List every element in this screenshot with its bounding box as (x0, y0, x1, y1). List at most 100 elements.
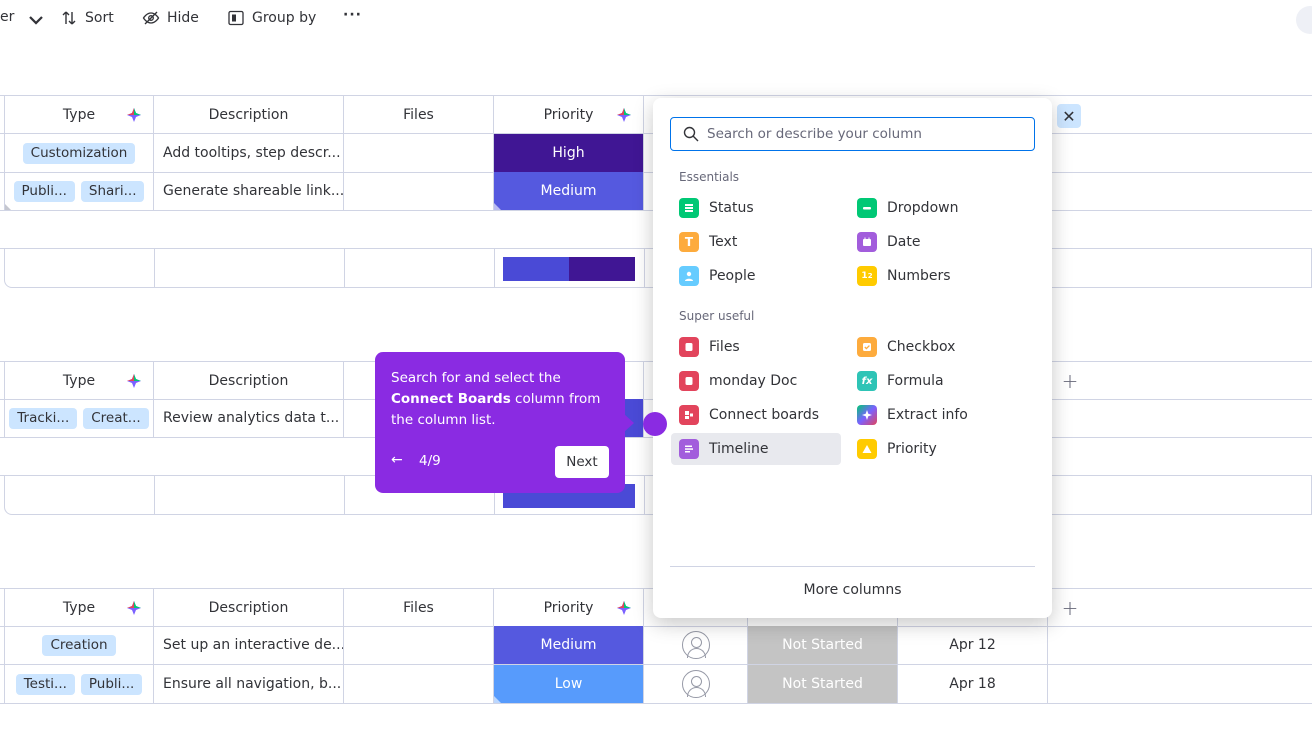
description-cell[interactable]: Review analytics data t... (154, 399, 344, 437)
type-tag: Publi... (80, 673, 143, 695)
add-column-button[interactable]: + (1048, 589, 1092, 627)
column-option-dropdown[interactable]: Dropdown (849, 192, 1019, 224)
priority-corner-marker (494, 696, 501, 703)
column-option-checkbox[interactable]: Checkbox (849, 331, 1019, 363)
column-header-type[interactable]: Type (4, 589, 154, 627)
priority-label: Medium (540, 637, 597, 653)
column-option-status[interactable]: Status (671, 192, 841, 224)
status-label: Not Started (782, 637, 863, 653)
column-search-box[interactable] (670, 117, 1035, 151)
owner-cell[interactable] (644, 665, 748, 703)
ai-sparkle-icon (127, 601, 141, 615)
date-cell[interactable]: Apr 18 (898, 665, 1048, 703)
column-header-type-label: Type (62, 107, 96, 123)
date-cell[interactable]: Apr 12 (898, 626, 1048, 664)
close-column-picker-button[interactable]: ✕ (1057, 104, 1081, 128)
group-by-button[interactable]: Group by (227, 9, 316, 27)
connect-boards-icon (679, 405, 699, 425)
tour-back-arrow-icon[interactable]: ← (391, 452, 403, 468)
column-option-label: Text (709, 234, 738, 250)
files-cell[interactable] (344, 134, 494, 172)
column-option-label: Formula (887, 373, 944, 389)
description-cell[interactable]: Generate shareable link... (154, 172, 344, 210)
files-cell[interactable] (344, 665, 494, 703)
column-header-files-label: Files (403, 107, 434, 123)
files-cell[interactable] (344, 626, 494, 664)
super-useful-section-title: Super useful (679, 309, 755, 323)
add-column-button[interactable]: + (1048, 362, 1092, 400)
column-option-monday-doc[interactable]: monday Doc (671, 365, 841, 397)
filter-button[interactable]: er (0, 9, 44, 25)
sort-button[interactable]: Sort (60, 9, 114, 27)
column-option-files[interactable]: Files (671, 331, 841, 363)
description-text: Review analytics data t... (163, 410, 340, 426)
priority-summary-cell[interactable] (495, 249, 645, 287)
column-header-priority[interactable]: Priority (494, 96, 644, 134)
table-row[interactable]: Creation Set up an interactive de... Med… (0, 626, 1312, 665)
column-option-formula[interactable]: fx Formula (849, 365, 1019, 397)
column-option-label: Extract info (887, 407, 968, 423)
priority-cell[interactable]: High (494, 134, 644, 172)
type-cell[interactable]: Customization (4, 134, 154, 172)
priority-cell[interactable]: Medium (494, 172, 644, 210)
row-corner-marker (5, 204, 11, 210)
column-option-numbers[interactable]: 12 Numbers (849, 260, 1019, 292)
priority-label: High (552, 145, 585, 161)
column-header-files[interactable]: Files (344, 589, 494, 627)
tour-next-button[interactable]: Next (555, 446, 609, 478)
status-cell[interactable]: Not Started (748, 665, 898, 703)
column-header-type[interactable]: Type (4, 96, 154, 134)
column-header-files[interactable]: Files (344, 96, 494, 134)
column-option-label: Date (887, 234, 921, 250)
description-cell[interactable]: Set up an interactive de... (154, 626, 344, 664)
priority-distribution-segment (569, 257, 635, 281)
column-option-people[interactable]: People (671, 260, 841, 292)
collapse-edge-button[interactable] (1296, 6, 1312, 34)
status-label: Not Started (782, 676, 863, 692)
more-options-button[interactable]: ··· (343, 7, 362, 23)
type-cell[interactable]: Testi... Publi... (4, 665, 154, 703)
column-option-connect-boards[interactable]: Connect boards (671, 399, 841, 431)
table-row[interactable]: Testi... Publi... Ensure all navigation,… (0, 665, 1312, 704)
type-cell[interactable]: Creation (4, 626, 154, 664)
column-header-description[interactable]: Description (154, 362, 344, 400)
type-cell[interactable]: Tracki... Creat... (4, 399, 154, 437)
more-options-label: ··· (343, 7, 362, 23)
description-cell[interactable]: Add tooltips, step descr... (154, 134, 344, 172)
ai-sparkle-icon (617, 601, 631, 615)
ai-sparkle-icon (127, 108, 141, 122)
search-icon (683, 126, 699, 142)
avatar (681, 631, 710, 659)
type-tag: Shari... (80, 180, 145, 202)
column-option-text[interactable]: T Text (671, 226, 841, 258)
tour-text-highlight: Connect Boards (391, 391, 511, 407)
plus-icon: + (1061, 369, 1079, 393)
priority-cell[interactable]: Low (494, 665, 644, 703)
type-tag: Creation (42, 634, 116, 656)
column-option-extract-info[interactable]: Extract info (849, 399, 1019, 431)
column-search-input[interactable] (707, 126, 1027, 142)
summary-cell (155, 249, 345, 287)
description-cell[interactable]: Ensure all navigation, b... (154, 665, 344, 703)
status-cell[interactable]: Not Started (748, 626, 898, 664)
files-cell[interactable] (344, 172, 494, 210)
column-header-description[interactable]: Description (154, 589, 344, 627)
column-header-type[interactable]: Type (4, 362, 154, 400)
group-by-label: Group by (252, 10, 317, 26)
description-text: Generate shareable link... (163, 183, 344, 199)
column-option-label: Status (709, 200, 754, 216)
hide-button[interactable]: Hide (142, 9, 199, 27)
column-header-priority[interactable]: Priority (494, 589, 644, 627)
type-cell[interactable]: Publi... Shari... (4, 172, 154, 210)
type-tag: Creat... (83, 407, 149, 429)
column-option-timeline[interactable]: Timeline (671, 433, 841, 465)
owner-cell[interactable] (644, 626, 748, 664)
column-option-priority[interactable]: Priority (849, 433, 1019, 465)
column-option-date[interactable]: Date (849, 226, 1019, 258)
more-columns-button[interactable]: More columns (653, 582, 1052, 598)
panel-divider (670, 566, 1035, 567)
column-option-label: People (709, 268, 756, 284)
column-header-description[interactable]: Description (154, 96, 344, 134)
priority-cell[interactable]: Medium (494, 626, 644, 664)
summary-cell (5, 249, 155, 287)
